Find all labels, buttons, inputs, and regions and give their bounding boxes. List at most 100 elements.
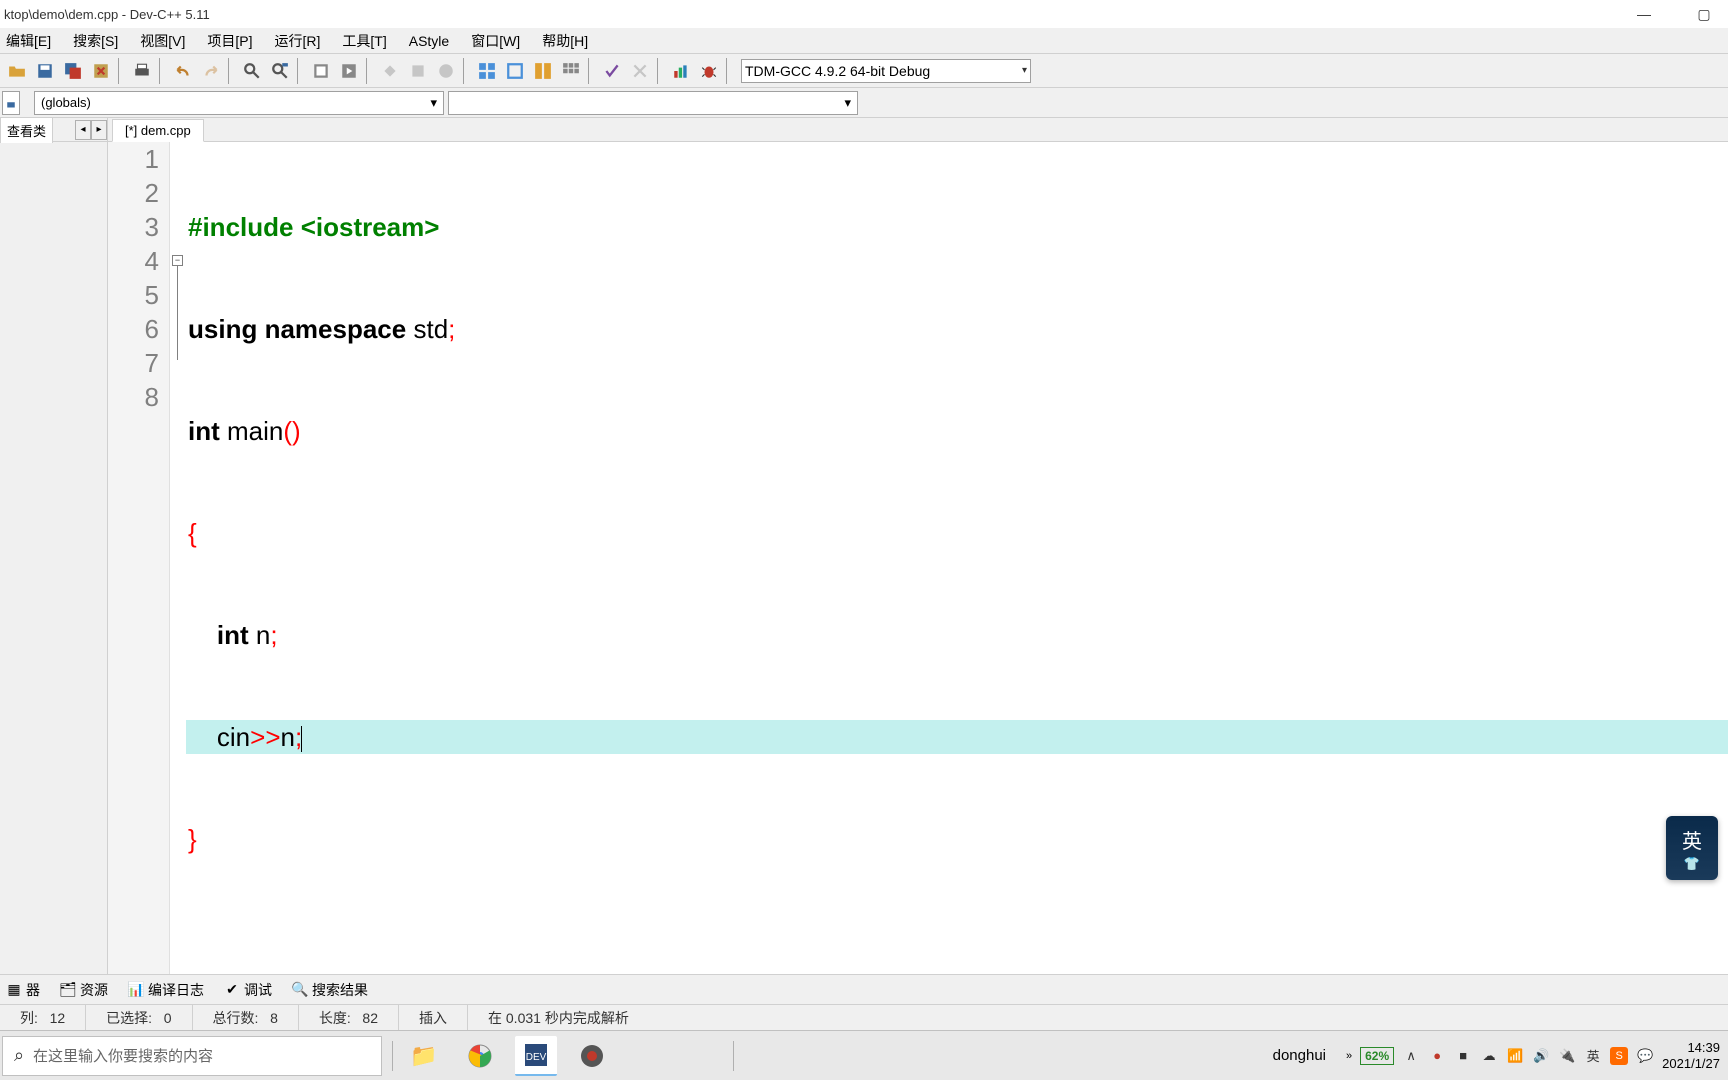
check-small-icon: ✔ [224,982,240,998]
bottom-tab-search-results[interactable]: 🔍搜索结果 [286,977,374,1003]
status-column: 列: 12 [0,1005,86,1030]
devcpp-icon[interactable]: DEV [515,1036,557,1076]
save-all-icon[interactable] [60,58,86,84]
compiler-select[interactable]: TDM-GCC 4.9.2 64-bit Debug ▾ [741,59,1031,83]
scope-lock-icon[interactable] [2,91,20,115]
sidebar-tab-classes[interactable]: 查看类 [0,117,53,143]
tray-stop-icon[interactable]: ■ [1454,1047,1472,1065]
tray-record-icon[interactable]: ● [1428,1047,1446,1065]
toolbar: TDM-GCC 4.9.2 64-bit Debug ▾ [0,54,1728,88]
windows-tile-icon[interactable] [474,58,500,84]
scope-global-label: (globals) [41,95,91,110]
bottom-panel-tabs: ▦器 🗂资源 📊编译日志 ✔调试 🔍搜索结果 [0,974,1728,1004]
recorder-icon[interactable] [571,1036,613,1076]
status-length: 长度: 82 [299,1005,399,1030]
bottom-tab-compile-log[interactable]: 📊编译日志 [122,977,210,1003]
tray-sogou-icon[interactable]: S [1610,1047,1628,1065]
search-icon: ⌕ [5,1045,33,1066]
tray-power-icon[interactable]: 🔌 [1558,1047,1576,1065]
tray-volume-icon[interactable]: 🔊 [1532,1047,1550,1065]
dropdown-icon: ▾ [844,95,851,111]
save-icon[interactable] [32,58,58,84]
fold-column: − [170,142,186,974]
tray-wifi-icon[interactable]: 📶 [1506,1047,1524,1065]
editor-pane: [*] dem.cpp 1 2 3 4 5 6 7 8 − #include <… [108,118,1728,974]
status-insert-mode: 插入 [399,1005,468,1030]
search-placeholder: 在这里输入你要搜索的内容 [33,1045,213,1066]
window-single-icon[interactable] [502,58,528,84]
redo-icon[interactable] [198,58,224,84]
ime-indicator[interactable]: 英 👕 [1666,816,1718,880]
tray-username[interactable]: donghui [1273,1047,1326,1064]
fold-toggle-icon[interactable]: − [172,255,183,266]
menu-run[interactable]: 运行[R] [271,29,325,53]
tray-notification-icon[interactable]: 💬 [1636,1047,1654,1065]
menu-edit[interactable]: 编辑[E] [2,29,55,53]
system-tray: donghui » 62% ∧ ● ■ ☁ 📶 🔊 🔌 英 S 💬 14:39 … [1273,1040,1726,1072]
bottom-tab-compiler[interactable]: ▦器 [0,977,46,1003]
line-gutter: 1 2 3 4 5 6 7 8 [108,142,170,974]
compile-icon[interactable] [308,58,334,84]
svg-text:DEV: DEV [526,1052,547,1063]
dropdown-icon: ▾ [1022,65,1027,76]
code-text[interactable]: #include <iostream> using namespace std;… [186,142,1728,974]
scope-global-select[interactable]: (globals) ▾ [34,91,444,115]
menu-view[interactable]: 视图[V] [136,29,189,53]
browser-icon[interactable] [459,1036,501,1076]
menu-tools[interactable]: 工具[T] [338,29,390,53]
tray-onedrive-icon[interactable]: ☁ [1480,1047,1498,1065]
menu-project[interactable]: 项目[P] [203,29,256,53]
toggle-bookmark-icon[interactable] [377,58,403,84]
close-file-icon[interactable] [88,58,114,84]
compiler-label: TDM-GCC 4.9.2 64-bit Debug [745,63,930,79]
scope-bar: (globals) ▾ ▾ [0,88,1728,118]
find-icon[interactable] [239,58,265,84]
statusbar: 列: 12 已选择: 0 总行数: 8 长度: 82 插入 在 0.031 秒内… [0,1004,1728,1030]
run-icon[interactable] [336,58,362,84]
editor-tabs: [*] dem.cpp [108,118,1728,142]
taskbar-search[interactable]: ⌕ 在这里输入你要搜索的内容 [2,1036,382,1076]
scope-member-select[interactable]: ▾ [448,91,858,115]
check-icon[interactable] [599,58,625,84]
menu-window[interactable]: 窗口[W] [467,29,524,53]
bottom-tab-resources[interactable]: 🗂资源 [54,977,114,1003]
tray-ime-icon[interactable]: 英 [1584,1047,1602,1065]
status-parse-time: 在 0.031 秒内完成解析 [468,1005,1728,1030]
maximize-button[interactable]: ▢ [1684,3,1724,25]
next-bookmark-icon[interactable] [405,58,431,84]
tray-clock[interactable]: 14:39 2021/1/27 [1662,1040,1720,1072]
resources-icon: 🗂 [60,982,76,998]
windows-grid-icon[interactable] [530,58,556,84]
minimize-button[interactable]: — [1624,3,1664,25]
tray-up-icon[interactable]: ∧ [1402,1047,1420,1065]
goto-icon[interactable] [433,58,459,84]
menu-search[interactable]: 搜索[S] [69,29,122,53]
editor-tab-demcpp[interactable]: [*] dem.cpp [112,119,204,142]
bottom-tab-debug[interactable]: ✔调试 [218,977,278,1003]
print-icon[interactable] [129,58,155,84]
battery-indicator[interactable]: 62% [1360,1047,1394,1065]
open-icon[interactable] [4,58,30,84]
status-total-lines: 总行数: 8 [193,1005,299,1030]
undo-icon[interactable] [170,58,196,84]
tray-chevron-icon[interactable]: » [1346,1050,1352,1062]
debug-bug-icon[interactable] [696,58,722,84]
cancel-icon[interactable] [627,58,653,84]
profile-chart-icon[interactable] [668,58,694,84]
text-cursor [301,726,302,752]
file-explorer-icon[interactable]: 📁 [403,1036,445,1076]
main-area: 查看类 ◂ ▸ [*] dem.cpp 1 2 3 4 5 6 7 8 − [0,118,1728,974]
windows-all-icon[interactable] [558,58,584,84]
menu-help[interactable]: 帮助[H] [538,29,592,53]
code-area[interactable]: 1 2 3 4 5 6 7 8 − #include <iostream> us… [108,142,1728,974]
sidebar: 查看类 ◂ ▸ [0,118,108,974]
menu-astyle[interactable]: AStyle [405,31,453,51]
fold-line [177,266,178,360]
taskbar-pinned-apps: 📁 DEV [403,1036,613,1076]
windows-taskbar: ⌕ 在这里输入你要搜索的内容 📁 DEV donghui » 62% ∧ ● ■… [0,1030,1728,1080]
sidebar-scroll-right[interactable]: ▸ [91,120,107,140]
sidebar-scroll-left[interactable]: ◂ [75,120,91,140]
replace-icon[interactable] [267,58,293,84]
titlebar: ktop\demo\dem.cpp - Dev-C++ 5.11 — ▢ [0,0,1728,28]
menubar: 编辑[E] 搜索[S] 视图[V] 项目[P] 运行[R] 工具[T] ASty… [0,28,1728,54]
